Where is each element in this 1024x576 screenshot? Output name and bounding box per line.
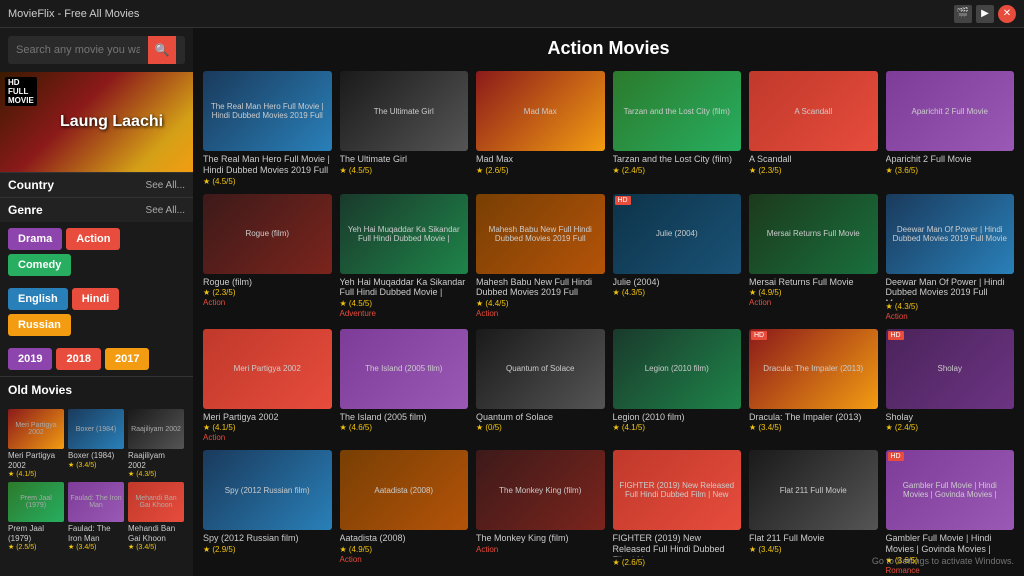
old-movie-card[interactable]: Meri Partigya 2002 Meri Partigya 2002 ★ … [8, 409, 64, 478]
genre-section-header: Genre See All... [0, 197, 193, 222]
movie-card[interactable]: Deewar Man Of Power | Hindi Dubbed Movie… [886, 194, 1015, 321]
old-movies-grid: Meri Partigya 2002 Meri Partigya 2002 ★ … [0, 403, 193, 557]
hd-badge: HDFULLMOVIE [5, 77, 37, 106]
movie-card[interactable]: Legion (2010 film) Legion (2010 film) ★ … [613, 329, 742, 443]
movie-card[interactable]: HD Dracula: The Impaler (2013) Dracula: … [749, 329, 878, 443]
movie-card[interactable]: HD Gambler Full Movie | Hindi Movies | G… [886, 450, 1015, 575]
movie-card[interactable]: HD Julie (2004) Julie (2004) ★ (4.3/5) [613, 194, 742, 321]
genre-see-all[interactable]: See All... [146, 205, 185, 216]
old-movie-card[interactable]: Prem Jaal (1979) Prem Jaal (1979) ★ (2.5… [8, 482, 64, 551]
movie-card[interactable]: Meri Partigya 2002 Meri Partigya 2002 ★ … [203, 329, 332, 443]
filter-action[interactable]: Action [66, 228, 120, 250]
old-movies-title: Old Movies [0, 376, 193, 403]
filter-hindi[interactable]: Hindi [72, 288, 120, 310]
movie-card[interactable]: The Island (2005 film) The Island (2005 … [340, 329, 469, 443]
banner-title: Laung Laachi [60, 113, 163, 131]
genre-filters: Drama Action Comedy [0, 222, 193, 282]
filter-2018[interactable]: 2018 [56, 348, 100, 370]
filter-english[interactable]: English [8, 288, 68, 310]
filter-2019[interactable]: 2019 [8, 348, 52, 370]
tray-icon-2: ▶ [976, 5, 994, 23]
app-body: 🔍 HDFULLMOVIE Laung Laachi Country See A… [0, 28, 1024, 576]
title-bar: MovieFlix - Free All Movies 🎬 ▶ ✕ [0, 0, 1024, 28]
old-movie-card[interactable]: Faulad: The Iron Man Faulad: The Iron Ma… [68, 482, 124, 551]
search-button[interactable]: 🔍 [148, 36, 176, 64]
movie-card[interactable]: The Monkey King (film) The Monkey King (… [476, 450, 605, 575]
movie-card[interactable]: Mersai Returns Full Movie Mersai Returns… [749, 194, 878, 321]
sidebar: 🔍 HDFULLMOVIE Laung Laachi Country See A… [0, 28, 193, 576]
old-movie-card[interactable]: Boxer (1984) Boxer (1984) ★ (3.4/5) [68, 409, 124, 478]
movie-card[interactable]: Flat 211 Full Movie Flat 211 Full Movie … [749, 450, 878, 575]
close-button[interactable]: ✕ [998, 5, 1016, 23]
country-label: Country [8, 178, 54, 192]
filter-comedy[interactable]: Comedy [8, 254, 71, 276]
search-input[interactable] [8, 39, 148, 61]
movie-card[interactable]: Aparichit 2 Full Movie Aparichit 2 Full … [886, 71, 1015, 186]
country-section-header: Country See All... [0, 172, 193, 197]
sidebar-banner: HDFULLMOVIE Laung Laachi [0, 72, 193, 172]
movie-card[interactable]: Rogue (film) Rogue (film) ★ (2.3/5) Acti… [203, 194, 332, 321]
search-bar: 🔍 [8, 36, 185, 64]
old-movie-card[interactable]: Mehandi Ban Gai Khoon Mehandi Ban Gai Kh… [128, 482, 184, 551]
filter-drama[interactable]: Drama [8, 228, 62, 250]
movie-card[interactable]: A Scandall A Scandall ★ (2.3/5) [749, 71, 878, 186]
old-movie-card[interactable]: Raajiliyam 2002 Raajiliyam 2002 ★ (4.3/5… [128, 409, 184, 478]
movie-card[interactable]: Mahesh Babu New Full Hindi Dubbed Movies… [476, 194, 605, 321]
movie-card[interactable]: Tarzan and the Lost City (film) Tarzan a… [613, 71, 742, 186]
movie-card[interactable]: HD Sholay Sholay ★ (2.4/5) [886, 329, 1015, 443]
tray-icon-1: 🎬 [954, 5, 972, 23]
year-filters: 2019 2018 2017 [0, 342, 193, 376]
movies-grid: The Real Man Hero Full Movie | Hindi Dub… [203, 71, 1014, 576]
movie-card[interactable]: Aatadista (2008) Aatadista (2008) ★ (4.9… [340, 450, 469, 575]
language-filters: English Hindi Russian [0, 282, 193, 342]
country-see-all[interactable]: See All... [146, 180, 185, 191]
genre-label: Genre [8, 203, 43, 217]
title-bar-left: MovieFlix - Free All Movies [8, 8, 139, 20]
movie-card[interactable]: Mad Max Mad Max ★ (2.6/5) [476, 71, 605, 186]
page-title: Action Movies [203, 38, 1014, 59]
main-content: Action Movies The Real Man Hero Full Mov… [193, 28, 1024, 576]
movie-card[interactable]: Spy (2012 Russian film) Spy (2012 Russia… [203, 450, 332, 575]
movie-card[interactable]: Quantum of Solace Quantum of Solace ★ (0… [476, 329, 605, 443]
app-title: MovieFlix - Free All Movies [8, 8, 139, 20]
filter-2017[interactable]: 2017 [105, 348, 149, 370]
movie-card[interactable]: Yeh Hai Muqaddar Ka Sikandar Full Hindi … [340, 194, 469, 321]
movie-card[interactable]: FIGHTER (2019) New Released Full Hindi D… [613, 450, 742, 575]
movie-card[interactable]: The Real Man Hero Full Movie | Hindi Dub… [203, 71, 332, 186]
movie-card[interactable]: The Ultimate Girl The Ultimate Girl ★ (4… [340, 71, 469, 186]
filter-russian[interactable]: Russian [8, 314, 71, 336]
title-bar-icons: 🎬 ▶ ✕ [954, 5, 1016, 23]
